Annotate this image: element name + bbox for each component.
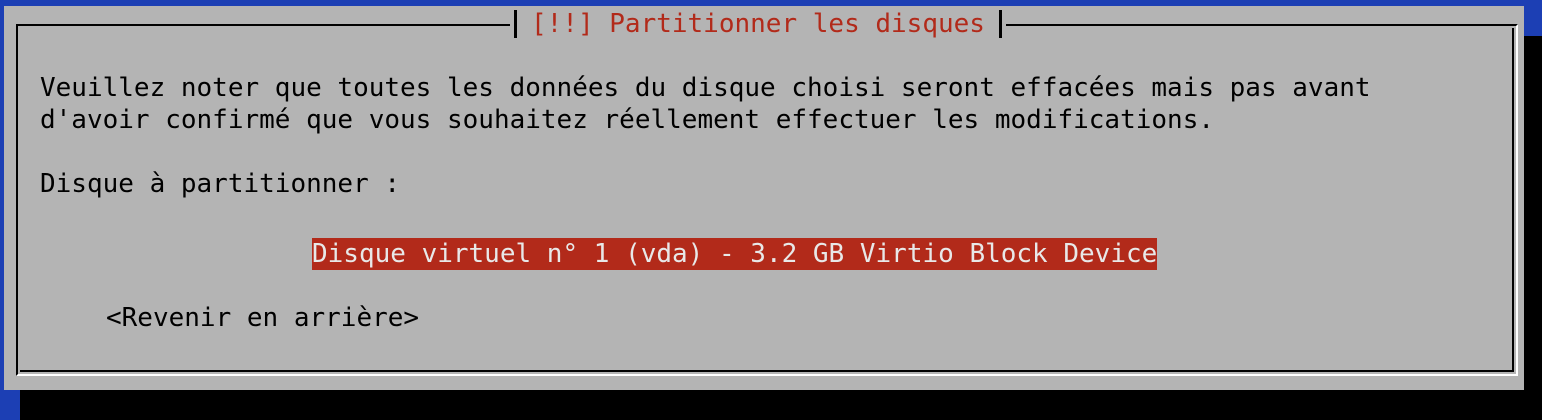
disk-prompt-label: Disque à partitionner : (40, 169, 401, 199)
dialog-shadow-right (1524, 36, 1542, 420)
message-line-1: Veuillez noter que toutes les données du… (40, 73, 1371, 103)
title-right-bar (998, 10, 1002, 38)
disk-option-selected[interactable]: Disque virtuel n° 1 (vda) - 3.2 GB Virti… (312, 238, 1158, 270)
installer-screen: [!!] Partitionner les disques Veuillez n… (0, 0, 1542, 420)
dialog-title-container: [!!] Partitionner les disques (510, 6, 1006, 42)
back-button[interactable]: <Revenir en arrière> (106, 302, 419, 334)
dialog-title: [!!] Partitionner les disques (531, 9, 985, 39)
partition-dialog: [!!] Partitionner les disques Veuillez n… (4, 6, 1524, 390)
dialog-shadow-bottom (20, 390, 1542, 420)
message-line-2: d'avoir confirmé que vous souhaitez réel… (40, 105, 1214, 135)
